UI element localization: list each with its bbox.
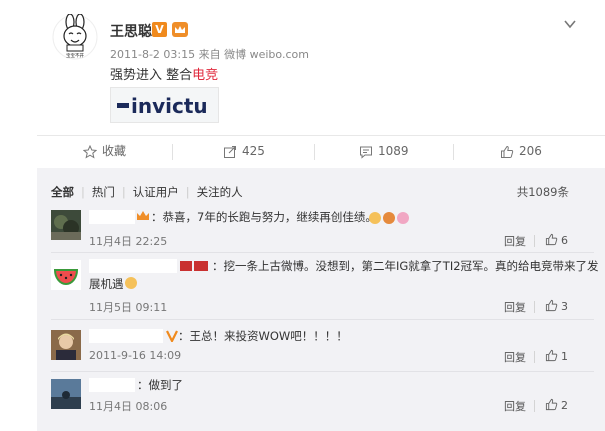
commenter-avatar[interactable] (51, 330, 81, 360)
vertical-divider (534, 400, 535, 412)
post-meta: 2011-8-2 03:15 来自 微博 weibo.com (110, 48, 309, 61)
action-divider (314, 144, 315, 160)
comment-count: 1089 (378, 144, 409, 158)
link-card[interactable]: invictu (110, 87, 219, 123)
comment-item: ：恭喜，7年的长跑与努力，继续再创佳绩。 11月4日 22:25 回复 6 (37, 206, 605, 251)
reply-button[interactable]: 回复 (504, 349, 526, 365)
emoji-icons (369, 212, 409, 224)
commenter-name-redacted[interactable] (89, 378, 135, 392)
crown-icon (137, 211, 149, 220)
action-divider (453, 144, 454, 160)
comment-like-button[interactable]: 1 (545, 349, 568, 363)
avatar-caption: 宝宝不开 (66, 52, 84, 59)
repost-count: 425 (242, 144, 265, 158)
post-text-highlight: 电竞 (192, 68, 219, 83)
comment-item: ：挖一条上古微博。没想到，第二年IG就拿了TI2冠军。真的给电竞带来了发 展机遇… (37, 256, 605, 316)
comment-text: ：做到了 (137, 378, 183, 392)
comment-item: ：做到了 11月4日 08:06 回复 2 (37, 376, 605, 424)
post-text: 强势进入 整合电竞 (110, 64, 218, 83)
chevron-down-icon[interactable] (563, 16, 577, 30)
comment-like-button[interactable]: 3 (545, 299, 568, 313)
comment-divider (51, 371, 594, 372)
commenter-name-redacted[interactable] (89, 210, 135, 224)
tab-all[interactable]: 全部 (51, 185, 74, 199)
verified-icon (166, 330, 178, 342)
author-name[interactable]: 王思聪 (110, 21, 152, 41)
comment-text-line1: ：挖一条上古微博。没想到，第二年IG就拿了TI2冠军。真的给电竞带来了发 (212, 259, 599, 273)
comment-total: 共1089条 (516, 185, 569, 199)
action-divider (172, 144, 173, 160)
comment-text-line2-text: 展机遇 (89, 277, 124, 291)
thumbs-up-emoji-icon (124, 277, 137, 289)
comment-text: ：王总！来投资WOW吧！！！！ (178, 329, 348, 343)
reply-button[interactable]: 回复 (504, 299, 526, 315)
comment-like-count: 2 (561, 399, 568, 412)
favorite-label: 收藏 (102, 144, 127, 158)
comment-time: 11月4日 22:25 (89, 235, 168, 248)
star-icon (82, 144, 98, 159)
comment-text-line2: 展机遇 (89, 275, 138, 293)
thumbs-up-icon (545, 398, 558, 411)
repost-icon (224, 145, 236, 158)
comment-divider (51, 252, 594, 253)
comment-like-count: 1 (561, 350, 568, 363)
like-button[interactable]: 206 (500, 136, 542, 166)
reply-button[interactable]: 回复 (504, 398, 526, 414)
comment-filter-tabs: 全部 | 热门 | 认证用户 | 关注的人 (51, 185, 243, 199)
post-text-main: 强势进入 整合 (110, 68, 193, 83)
commenter-name-redacted[interactable] (89, 329, 163, 343)
thumbs-up-icon (501, 145, 514, 158)
repost-button[interactable]: 425 (223, 136, 265, 166)
comment-divider (51, 319, 594, 320)
action-bar: 收藏 425 1089 206 (37, 135, 605, 166)
comment-item: ：王总！来投资WOW吧！！！！ 2011-9-16 14:09 回复 1 (37, 326, 605, 370)
crown-icon (172, 22, 188, 37)
vertical-divider (534, 351, 535, 363)
thumbs-up-icon (545, 349, 558, 362)
link-card-logo-text: invictu (131, 94, 208, 118)
comment-time: 11月5日 09:11 (89, 301, 168, 314)
comment-like-button[interactable]: 2 (545, 398, 568, 412)
like-count: 206 (519, 144, 542, 158)
comment-like-count: 6 (561, 234, 568, 247)
comment-button[interactable]: 1089 (359, 136, 409, 166)
tab-verified[interactable]: 认证用户 (133, 185, 179, 199)
comments-panel: 全部 | 热门 | 认证用户 | 关注的人 共1089条 ：恭喜，7年的长跑与努力，继续再创… (37, 168, 605, 431)
author-avatar[interactable]: 宝宝不开 (52, 13, 98, 60)
favorite-button[interactable]: 收藏 (82, 136, 127, 166)
member-badge-icon (180, 261, 208, 271)
commenter-name-redacted[interactable] (89, 259, 177, 273)
comment-time: 2011-9-16 14:09 (89, 349, 182, 362)
vertical-divider (534, 235, 535, 247)
commenter-avatar[interactable] (51, 379, 81, 409)
commenter-avatar[interactable] (51, 210, 81, 240)
thumbs-up-icon (545, 233, 558, 246)
commenter-avatar[interactable] (51, 260, 81, 290)
vertical-divider (534, 301, 535, 313)
comment-like-button[interactable]: 6 (545, 233, 568, 247)
verified-badge: V (152, 22, 167, 37)
reply-button[interactable]: 回复 (504, 233, 526, 249)
comment-time: 11月4日 08:06 (89, 400, 168, 413)
comment-like-count: 3 (561, 300, 568, 313)
comment-text: ：恭喜，7年的长跑与努力，继续再创佳绩。 (151, 210, 377, 224)
comment-icon (360, 146, 372, 159)
tab-hot[interactable]: 热门 (92, 185, 115, 199)
tab-following[interactable]: 关注的人 (197, 185, 243, 199)
thumbs-up-icon (545, 299, 558, 312)
